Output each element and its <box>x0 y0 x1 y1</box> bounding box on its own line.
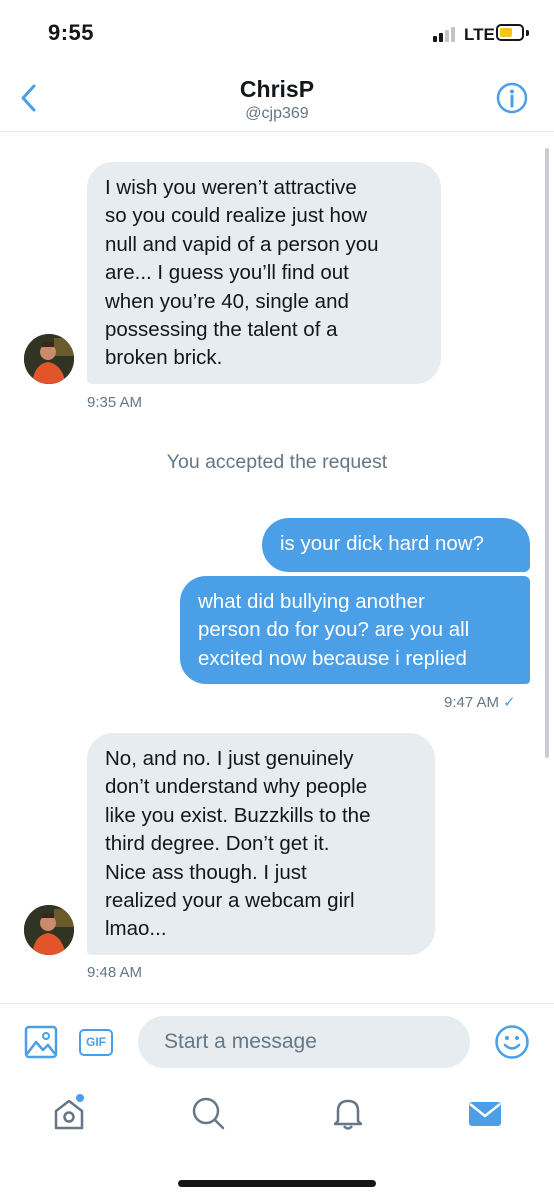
message-line: what did bullying another <box>198 590 425 613</box>
contact-name: ChrisP <box>239 76 315 102</box>
message-line: No, and no. I just genuinely <box>105 747 354 770</box>
contact-handle: @cjp369 <box>245 105 309 122</box>
message-line: null and vapid of a person you <box>105 232 379 256</box>
tab-notifications[interactable] <box>328 1093 368 1133</box>
battery-icon <box>496 24 524 41</box>
avatar[interactable] <box>24 905 74 955</box>
message-bubble-outgoing[interactable]: is your dick hard now? <box>262 518 530 572</box>
message-line: so you could realize just how <box>105 204 368 228</box>
home-indicator <box>178 1180 376 1187</box>
conversation-title[interactable]: ChrisP @cjp369 <box>0 76 554 123</box>
avatar-image <box>24 334 74 384</box>
message-line: possessing the talent of a <box>105 318 338 342</box>
message-bubble-incoming[interactable]: No, and no. I just genuinely don’t under… <box>87 733 435 955</box>
message-line: excited now because i replied <box>198 646 467 670</box>
message-line: person do for you? are you all <box>198 618 470 642</box>
message-line: lmao... <box>105 917 167 941</box>
message-timestamp: 9:35 AM <box>87 394 143 411</box>
tab-search[interactable] <box>188 1093 228 1133</box>
message-timestamp: 9:48 AM <box>87 964 143 981</box>
tab-bar <box>0 1079 554 1159</box>
smiley-icon <box>495 1025 529 1059</box>
info-icon <box>496 82 528 114</box>
signal-icon <box>433 26 461 42</box>
message-timestamp: 9:47 AM <box>444 694 500 711</box>
avatar[interactable] <box>24 334 74 384</box>
image-icon <box>24 1025 58 1059</box>
network-label: LTE <box>464 25 495 44</box>
battery-tip <box>526 30 529 36</box>
message-bubble-outgoing[interactable]: what did bullying another person do for … <box>180 576 530 684</box>
message-line: is your dick hard now? <box>280 532 484 555</box>
message-timestamp-row: 9:47 AM ✓ <box>444 693 516 711</box>
avatar-image <box>24 905 74 955</box>
add-media-button[interactable] <box>24 1025 58 1059</box>
emoji-button[interactable] <box>494 1024 530 1060</box>
message-line: don’t understand why people <box>105 775 368 799</box>
message-line: Nice ass though. I just <box>105 860 307 884</box>
system-message: You accepted the request <box>166 451 388 473</box>
home-icon <box>54 1094 84 1130</box>
tab-home[interactable] <box>50 1093 90 1133</box>
info-button[interactable] <box>496 82 528 114</box>
message-line: broken brick. <box>105 346 223 370</box>
status-time: 9:55 <box>48 20 95 45</box>
messages-icon <box>469 1102 501 1126</box>
message-line: when you’re 40, single and <box>105 289 349 313</box>
message-line: realized your a webcam girl <box>105 889 355 913</box>
message-line: I wish you weren’t attractive <box>105 176 357 199</box>
message-bubble-incoming[interactable]: I wish you weren’t attractive so you cou… <box>87 162 441 384</box>
message-input[interactable] <box>138 1016 470 1068</box>
gif-button[interactable]: GIF <box>79 1029 113 1056</box>
read-check-icon: ✓ <box>503 694 516 711</box>
tab-messages[interactable] <box>466 1093 506 1133</box>
conversation-header: ChrisP @cjp369 <box>0 64 554 132</box>
search-icon <box>192 1097 225 1130</box>
message-line: like you exist. Buzzkills to the <box>105 803 371 827</box>
message-composer: GIF <box>0 1003 554 1079</box>
message-line: are... I guess you’ll find out <box>105 261 349 285</box>
status-bar: 9:55 LTE <box>0 0 554 64</box>
notifications-icon <box>333 1099 363 1130</box>
message-line: third degree. Don’t get it. <box>105 832 330 856</box>
